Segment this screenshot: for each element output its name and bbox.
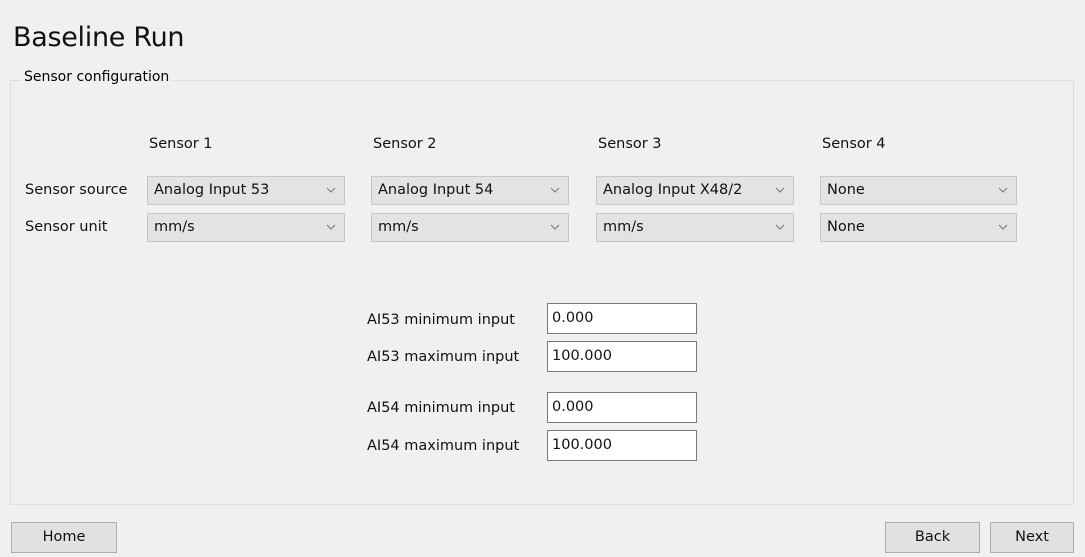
- ai53-min-input[interactable]: 0.000: [547, 303, 697, 334]
- sensor-2-unit-select[interactable]: mm/s: [371, 213, 569, 242]
- page-title: Baseline Run: [13, 22, 185, 53]
- ai53-max-input[interactable]: 100.000: [547, 341, 697, 372]
- sensor-3-header: Sensor 3: [598, 136, 662, 152]
- ai54-min-input[interactable]: 0.000: [547, 392, 697, 423]
- sensor-unit-label: Sensor unit: [25, 219, 108, 235]
- back-button[interactable]: Back: [885, 522, 980, 553]
- sensor-4-source-select[interactable]: None: [820, 176, 1017, 205]
- selected-value: mm/s: [378, 219, 419, 235]
- chevron-down-icon: [775, 224, 785, 230]
- selected-value: Analog Input X48/2: [603, 182, 743, 198]
- group-legend: Sensor configuration: [21, 69, 173, 85]
- selected-value: mm/s: [603, 219, 644, 235]
- ai54-min-label: AI54 minimum input: [367, 400, 515, 416]
- ai54-max-label: AI54 maximum input: [367, 438, 520, 454]
- ai54-max-input[interactable]: 100.000: [547, 430, 697, 461]
- ai53-max-label: AI53 maximum input: [367, 349, 520, 365]
- sensor-1-unit-select[interactable]: mm/s: [147, 213, 345, 242]
- chevron-down-icon: [326, 187, 336, 193]
- home-button[interactable]: Home: [11, 522, 117, 553]
- chevron-down-icon: [775, 187, 785, 193]
- next-button[interactable]: Next: [990, 522, 1074, 553]
- sensor-3-source-select[interactable]: Analog Input X48/2: [596, 176, 794, 205]
- selected-value: None: [827, 219, 865, 235]
- chevron-down-icon: [998, 224, 1008, 230]
- sensor-2-header: Sensor 2: [373, 136, 437, 152]
- sensor-4-unit-select[interactable]: None: [820, 213, 1017, 242]
- selected-value: Analog Input 54: [378, 182, 494, 198]
- field-value: 0.000: [552, 399, 594, 415]
- sensor-source-label: Sensor source: [25, 182, 128, 198]
- chevron-down-icon: [550, 187, 560, 193]
- sensor-4-header: Sensor 4: [822, 136, 886, 152]
- sensor-2-source-select[interactable]: Analog Input 54: [371, 176, 569, 205]
- chevron-down-icon: [998, 187, 1008, 193]
- field-value: 100.000: [552, 348, 612, 364]
- sensor-1-source-select[interactable]: Analog Input 53: [147, 176, 345, 205]
- ai53-min-label: AI53 minimum input: [367, 312, 515, 328]
- selected-value: Analog Input 53: [154, 182, 270, 198]
- chevron-down-icon: [326, 224, 336, 230]
- selected-value: None: [827, 182, 865, 198]
- field-value: 100.000: [552, 437, 612, 453]
- chevron-down-icon: [550, 224, 560, 230]
- selected-value: mm/s: [154, 219, 195, 235]
- field-value: 0.000: [552, 310, 594, 326]
- sensor-1-header: Sensor 1: [149, 136, 213, 152]
- sensor-3-unit-select[interactable]: mm/s: [596, 213, 794, 242]
